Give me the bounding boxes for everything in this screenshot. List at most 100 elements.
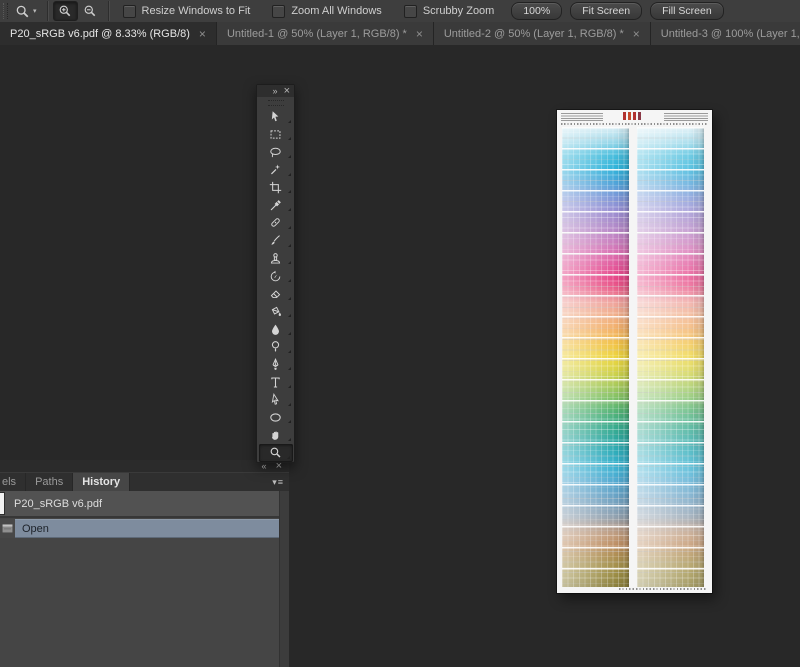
history-brush-tool[interactable] bbox=[257, 267, 294, 285]
document-tab-title: P20_sRGB v6.pdf @ 8.33% (RGB/8) bbox=[10, 28, 190, 40]
lasso-icon bbox=[269, 146, 282, 159]
checkbox-label: Zoom All Windows bbox=[291, 5, 381, 17]
blur-icon bbox=[269, 323, 282, 336]
zoom-in-button[interactable] bbox=[53, 1, 78, 21]
pen-icon bbox=[269, 358, 282, 371]
chart-footer-text bbox=[619, 588, 706, 591]
registration-mark bbox=[633, 112, 636, 120]
clone-stamp-tool[interactable] bbox=[257, 250, 294, 268]
document-tab-title: Untitled-1 @ 50% (Layer 1, RGB/8) * bbox=[227, 28, 407, 40]
paint-bucket-icon bbox=[269, 305, 282, 318]
color-chart-column-right bbox=[637, 127, 704, 587]
zoom-tool-icon bbox=[15, 4, 30, 19]
resize-windows-to-fit-checkbox[interactable]: Resize Windows to Fit bbox=[123, 5, 251, 18]
pen-tool[interactable] bbox=[257, 356, 294, 374]
actual-pixels-button[interactable]: 100% bbox=[511, 2, 562, 20]
history-snapshot-row[interactable]: P20_sRGB v6.pdf bbox=[0, 491, 280, 518]
zoom-out-icon bbox=[83, 4, 97, 18]
options-bar-grip[interactable] bbox=[3, 3, 8, 19]
hand-icon bbox=[269, 429, 282, 442]
crop-tool[interactable] bbox=[257, 179, 294, 197]
history-state-icon bbox=[0, 519, 15, 538]
color-chart-column-left bbox=[562, 127, 629, 587]
healing-brush-icon bbox=[269, 216, 282, 229]
chart-header-text-left bbox=[561, 113, 603, 121]
document-tab-1[interactable]: P20_sRGB v6.pdf @ 8.33% (RGB/8) × bbox=[0, 22, 217, 45]
divider bbox=[108, 1, 109, 21]
shape-tool[interactable] bbox=[257, 409, 294, 427]
close-icon[interactable]: × bbox=[633, 28, 640, 40]
close-icon[interactable]: × bbox=[416, 28, 423, 40]
palette-grip[interactable] bbox=[268, 100, 284, 106]
tools-palette: » × bbox=[256, 84, 295, 463]
history-state-row[interactable]: Open bbox=[0, 519, 280, 538]
tools-palette-header: » × bbox=[257, 85, 294, 97]
tab-history[interactable]: History bbox=[73, 473, 130, 491]
path-selection-tool[interactable] bbox=[257, 391, 294, 409]
divider bbox=[47, 1, 48, 21]
checkbox-icon[interactable] bbox=[272, 5, 285, 18]
zoom-all-windows-checkbox[interactable]: Zoom All Windows bbox=[272, 5, 381, 18]
checkbox-icon[interactable] bbox=[123, 5, 136, 18]
move-tool[interactable] bbox=[257, 108, 294, 126]
tab-channels[interactable]: els bbox=[0, 473, 26, 491]
path-selection-icon bbox=[269, 393, 282, 406]
history-panel-group: « × els Paths History ▾≡ P20_sRGB v6.pdf… bbox=[0, 460, 289, 667]
collapse-to-icons-icon[interactable]: « bbox=[262, 462, 267, 471]
options-bar: ▾ Resize Windows to Fit Zoom All Windows… bbox=[0, 0, 800, 23]
lasso-tool[interactable] bbox=[257, 143, 294, 161]
dodge-icon bbox=[269, 340, 282, 353]
close-icon[interactable]: × bbox=[284, 86, 290, 97]
document-tab-title: Untitled-2 @ 50% (Layer 1, RGB/8) * bbox=[444, 28, 624, 40]
panel-scroll-gutter[interactable] bbox=[279, 491, 289, 667]
panel-menu-icon[interactable]: ▾≡ bbox=[272, 477, 284, 488]
checkbox-label: Resize Windows to Fit bbox=[142, 5, 251, 17]
brush-icon bbox=[269, 234, 282, 247]
healing-brush-tool[interactable] bbox=[257, 214, 294, 232]
blur-tool[interactable] bbox=[257, 320, 294, 338]
zoom-tool[interactable] bbox=[259, 444, 293, 462]
zoom-in-icon bbox=[58, 4, 72, 18]
document-tab-3[interactable]: Untitled-2 @ 50% (Layer 1, RGB/8) * × bbox=[434, 22, 651, 45]
shape-icon bbox=[269, 411, 282, 424]
type-tool[interactable] bbox=[257, 373, 294, 391]
marquee-tool[interactable] bbox=[257, 126, 294, 144]
document-tab-4[interactable]: Untitled-3 @ 100% (Layer 1, RGB/8) * × bbox=[651, 22, 800, 45]
tab-paths[interactable]: Paths bbox=[26, 473, 73, 491]
dodge-tool[interactable] bbox=[257, 338, 294, 356]
document-image[interactable] bbox=[557, 110, 712, 593]
registration-mark bbox=[628, 112, 631, 120]
document-tab-bar: P20_sRGB v6.pdf @ 8.33% (RGB/8) × Untitl… bbox=[0, 22, 800, 45]
close-icon[interactable]: × bbox=[199, 28, 206, 40]
registration-mark bbox=[638, 112, 641, 120]
eraser-tool[interactable] bbox=[257, 285, 294, 303]
paint-bucket-tool[interactable] bbox=[257, 303, 294, 321]
chevron-down-icon[interactable]: ▾ bbox=[33, 7, 37, 15]
collapse-to-icons-icon[interactable]: » bbox=[273, 87, 278, 96]
eyedropper-tool[interactable] bbox=[257, 196, 294, 214]
chart-column-labels bbox=[561, 123, 708, 125]
registration-mark bbox=[623, 112, 626, 120]
fill-screen-button[interactable]: Fill Screen bbox=[650, 2, 724, 20]
brush-tool[interactable] bbox=[257, 232, 294, 250]
hand-tool[interactable] bbox=[257, 426, 294, 444]
marquee-icon bbox=[269, 128, 282, 141]
checkbox-label: Scrubby Zoom bbox=[423, 5, 495, 17]
history-panel-tabs: els Paths History ▾≡ bbox=[0, 472, 289, 491]
zoom-icon bbox=[269, 446, 282, 459]
crop-icon bbox=[269, 181, 282, 194]
document-tab-2[interactable]: Untitled-1 @ 50% (Layer 1, RGB/8) * × bbox=[217, 22, 434, 45]
history-panel-header: « × bbox=[0, 460, 289, 472]
history-state-label: Open bbox=[15, 519, 280, 538]
scrubby-zoom-checkbox[interactable]: Scrubby Zoom bbox=[404, 5, 495, 18]
history-brush-icon bbox=[269, 270, 282, 283]
chart-registration-marks bbox=[623, 112, 641, 120]
checkbox-icon[interactable] bbox=[404, 5, 417, 18]
magic-wand-icon bbox=[269, 163, 282, 176]
zoom-out-button[interactable] bbox=[78, 1, 103, 21]
fit-screen-button[interactable]: Fit Screen bbox=[570, 2, 642, 20]
chart-header-text-right bbox=[664, 113, 708, 121]
move-icon bbox=[269, 110, 282, 123]
current-tool-preview[interactable]: ▾ bbox=[15, 4, 37, 19]
magic-wand-tool[interactable] bbox=[257, 161, 294, 179]
